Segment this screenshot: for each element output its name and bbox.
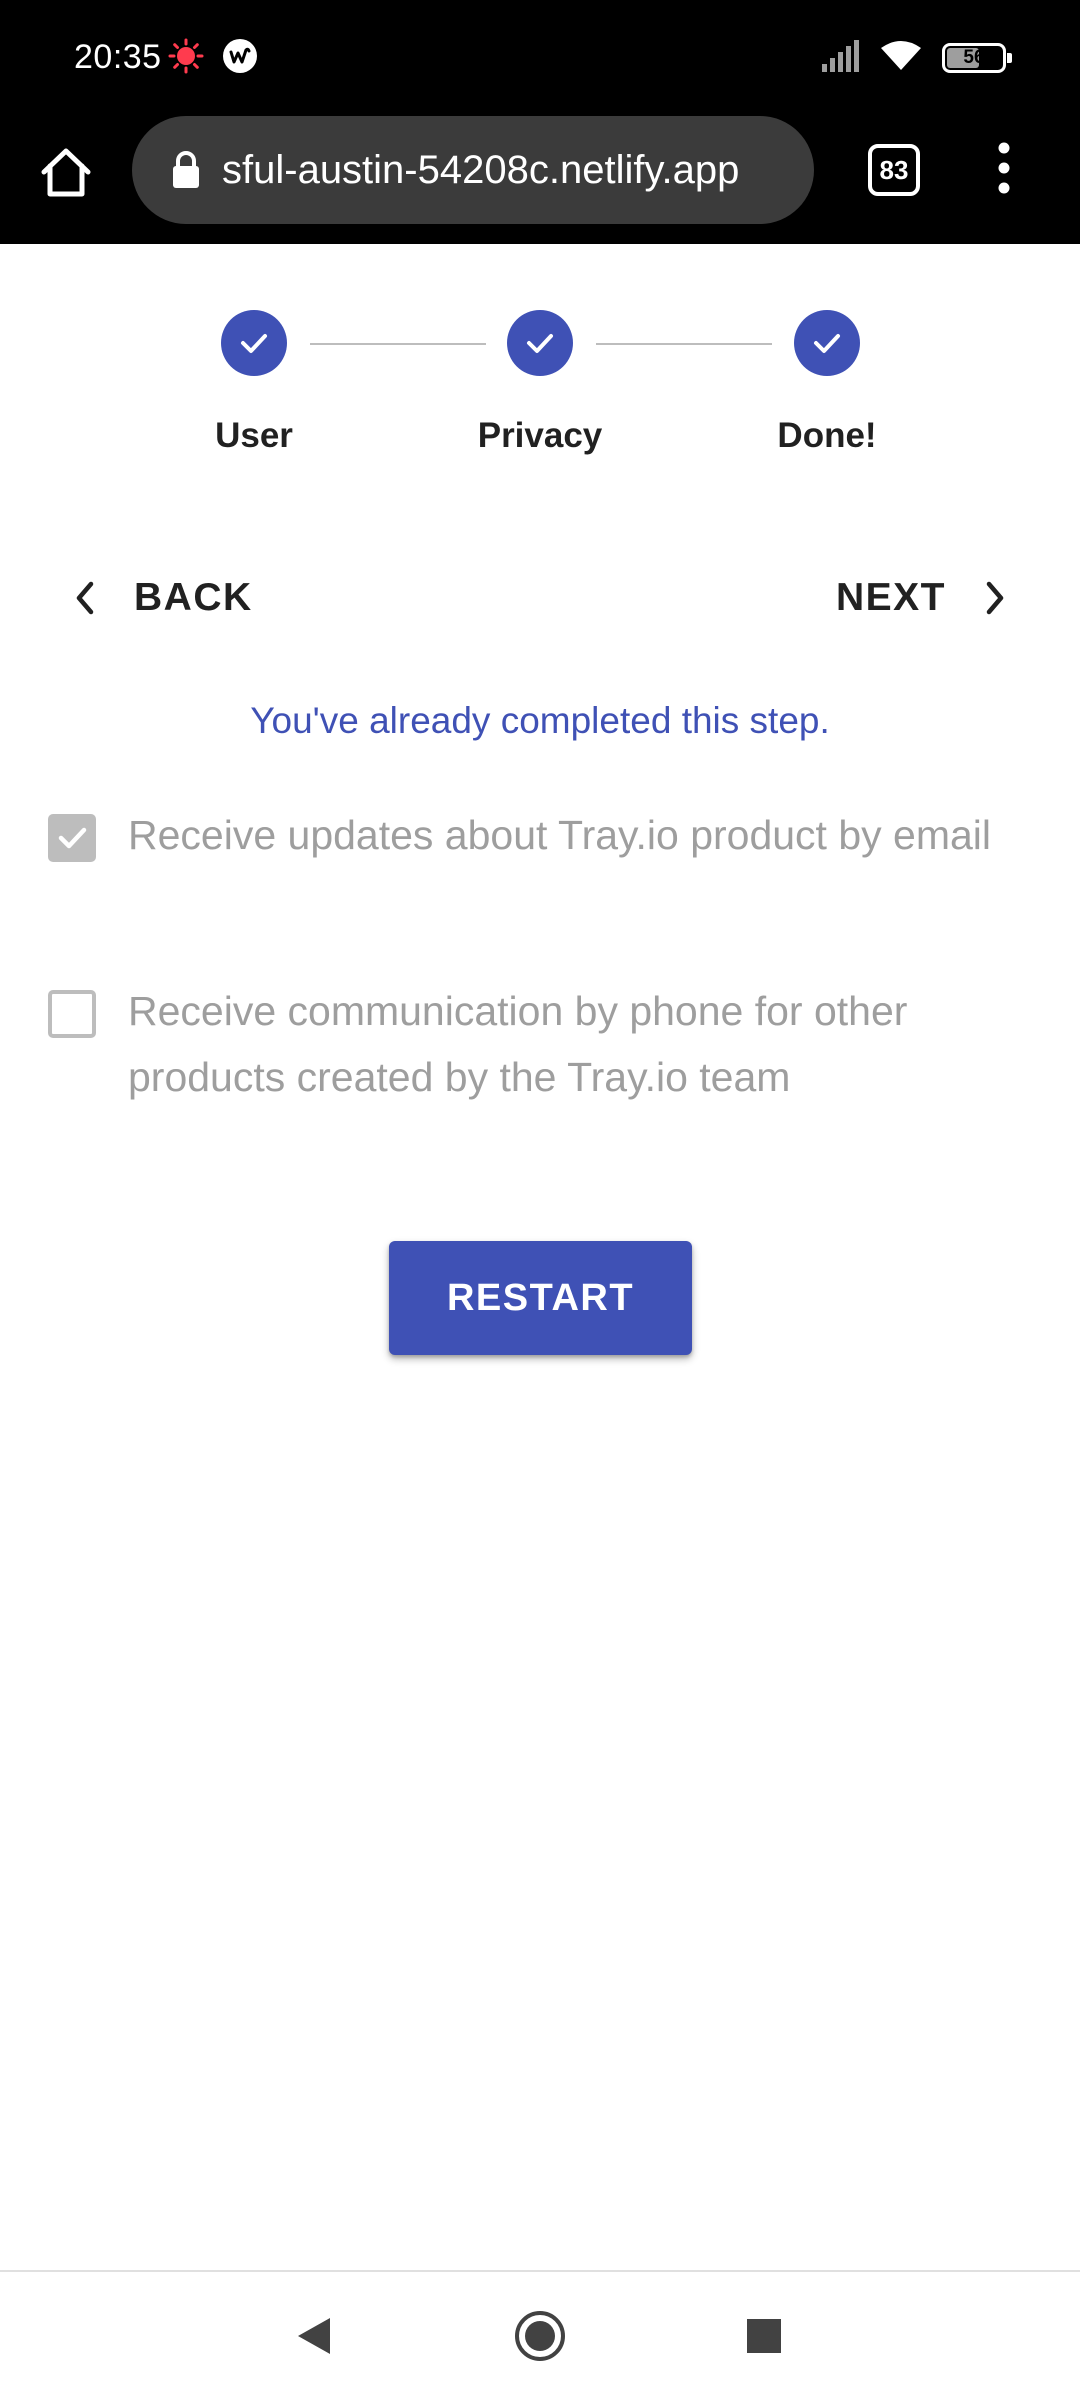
step-user: User xyxy=(144,310,364,456)
back-label: BACK xyxy=(134,576,253,619)
consent-phone-row[interactable]: Receive communication by phone for other… xyxy=(46,986,1036,1110)
check-icon xyxy=(221,310,287,376)
status-icons-right: 56 xyxy=(820,39,1012,77)
system-navigation-bar xyxy=(0,2272,1080,2400)
recents-square-icon xyxy=(745,2317,783,2360)
consent-email-checkbox[interactable] xyxy=(46,812,98,864)
step-label: User xyxy=(215,416,293,455)
home-button[interactable] xyxy=(34,142,98,206)
wifi-icon xyxy=(880,40,922,77)
status-bar: 20:35 56 xyxy=(0,0,1080,116)
chevron-left-icon xyxy=(74,580,96,616)
step-done: Done! xyxy=(717,310,937,456)
system-recents-button[interactable] xyxy=(734,2308,794,2368)
tab-count: 83 xyxy=(879,154,909,185)
app-notification-icon xyxy=(222,38,258,79)
more-vert-icon xyxy=(996,142,1012,199)
record-indicator-icon xyxy=(168,38,204,79)
step-label: Done! xyxy=(777,416,877,455)
consent-phone-checkbox[interactable] xyxy=(46,988,98,1040)
consent-email-label: Receive updates about Tray.io product by… xyxy=(128,812,992,858)
stepper: User Privacy Done! xyxy=(0,244,1080,484)
system-back-button[interactable] xyxy=(284,2308,344,2368)
home-icon xyxy=(38,144,94,205)
checkbox-unchecked-icon xyxy=(48,990,96,1038)
status-icons-left xyxy=(168,38,258,79)
browser-toolbar: sful-austin-54208c.netlify.app 83 xyxy=(0,116,1080,244)
signal-icon xyxy=(820,39,860,77)
consent-email-row[interactable]: Receive updates about Tray.io product by… xyxy=(46,810,1036,868)
battery-level: 56 xyxy=(963,47,985,68)
more-menu-button[interactable] xyxy=(980,140,1028,200)
chevron-right-icon xyxy=(984,580,1006,616)
check-icon xyxy=(507,310,573,376)
step-privacy: Privacy xyxy=(430,310,650,456)
battery-icon: 56 xyxy=(942,43,1012,73)
next-label: NEXT xyxy=(835,576,946,619)
consent-phone-label: Receive communication by phone for other… xyxy=(128,988,908,1100)
check-icon xyxy=(794,310,860,376)
next-button[interactable]: NEXT xyxy=(836,564,1006,632)
screen: 20:35 56 sful-austin-54208c.netlify.app … xyxy=(0,0,1080,2400)
url-text: sful-austin-54208c.netlify.app xyxy=(222,147,740,192)
home-circle-icon xyxy=(513,2309,567,2368)
status-time: 20:35 xyxy=(74,38,162,76)
back-triangle-icon xyxy=(294,2314,334,2363)
completed-step-message: You've already completed this step. xyxy=(250,700,830,741)
back-button[interactable]: BACK xyxy=(74,564,253,632)
checkbox-checked-icon xyxy=(48,814,96,862)
system-home-button[interactable] xyxy=(510,2308,570,2368)
tabs-button[interactable]: 83 xyxy=(868,144,920,196)
lock-icon xyxy=(168,148,204,192)
restart-button[interactable]: RESTART xyxy=(389,1241,692,1355)
step-label: Privacy xyxy=(477,416,603,455)
url-bar[interactable]: sful-austin-54208c.netlify.app xyxy=(132,116,814,224)
